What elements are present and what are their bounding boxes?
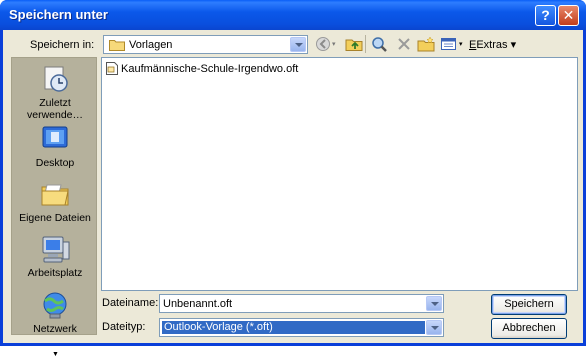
template-file-icon [106, 62, 118, 75]
save-button[interactable]: Speichern [491, 294, 567, 315]
help-icon: ? [541, 7, 550, 23]
extras-menu[interactable]: EExtras ▾ [469, 38, 516, 51]
place-label: Arbeitsplatz [27, 267, 83, 279]
place-label: Zuletzt verwende… [26, 97, 84, 121]
toolbar-separator [365, 35, 366, 53]
filename-value: Unbenannt.oft [163, 298, 233, 310]
back-icon[interactable] [315, 36, 333, 52]
place-label: Desktop [35, 157, 75, 169]
place-label: Netzwerk [33, 323, 77, 335]
place-label: Eigene Dateien [19, 212, 91, 224]
filetype-label: Dateityp: [102, 321, 146, 333]
back-dropdown-icon[interactable]: ▾ [332, 40, 336, 48]
save-in-dropdown[interactable]: Vorlagen [103, 35, 308, 54]
file-list[interactable]: Kaufmännische-Schule-Irgendwo.oft [101, 57, 578, 291]
filetype-value: Outlook-Vorlage (*.oft) [162, 321, 425, 334]
save-as-dialog: Speichern unter ? ✕ Speichern in: Vorlag… [0, 0, 586, 358]
cancel-button[interactable]: Abbrechen [491, 318, 567, 339]
file-name: Kaufmännische-Schule-Irgendwo.oft [121, 62, 299, 75]
new-folder-icon[interactable] [417, 36, 435, 52]
folder-icon [109, 40, 125, 51]
filetype-dropdown[interactable]: Outlook-Vorlage (*.oft) [159, 318, 444, 337]
my-computer-icon [42, 236, 70, 263]
close-button[interactable]: ✕ [558, 5, 579, 26]
chevron-down-icon[interactable] [426, 320, 442, 335]
close-icon: ✕ [562, 7, 575, 23]
network-icon [43, 292, 67, 319]
help-button[interactable]: ? [535, 5, 556, 26]
chevron-down-icon[interactable] [290, 37, 306, 52]
desktop-icon [42, 126, 68, 148]
place-my-documents[interactable]: Eigene Dateien [12, 179, 98, 224]
my-documents-icon [41, 184, 69, 206]
chevron-down-icon[interactable] [426, 296, 442, 311]
views-dropdown-icon[interactable]: ▾ [459, 40, 463, 48]
dialog-body: Speichern in: Vorlagen ▾ ▾ EExtras ▾ Zul… [3, 30, 583, 358]
save-in-value: Vorlagen [129, 39, 173, 51]
places-scroll-down-icon[interactable]: ▼ [52, 351, 59, 358]
filename-label: Dateiname: [102, 297, 159, 309]
web-search-icon[interactable] [371, 36, 389, 52]
title-bar[interactable]: Speichern unter ? ✕ [0, 0, 586, 30]
views-icon[interactable] [440, 36, 458, 52]
filename-field[interactable]: Unbenannt.oft [159, 294, 444, 313]
place-network[interactable]: Netzwerk [12, 290, 98, 335]
places-bar: Zuletzt verwende… Desktop Eigene Dateien [11, 57, 98, 358]
delete-icon[interactable] [395, 36, 413, 52]
place-my-computer[interactable]: Arbeitsplatz [12, 234, 98, 279]
extras-label: Extras ▾ [476, 39, 517, 51]
place-desktop[interactable]: Desktop [12, 124, 98, 169]
recent-icon [44, 66, 68, 92]
place-recent[interactable]: Zuletzt verwende… [12, 64, 98, 121]
list-item[interactable]: Kaufmännische-Schule-Irgendwo.oft [106, 62, 298, 75]
up-folder-icon[interactable] [345, 36, 363, 52]
window-title: Speichern unter [9, 7, 108, 22]
save-in-label: Speichern in: [30, 39, 95, 51]
